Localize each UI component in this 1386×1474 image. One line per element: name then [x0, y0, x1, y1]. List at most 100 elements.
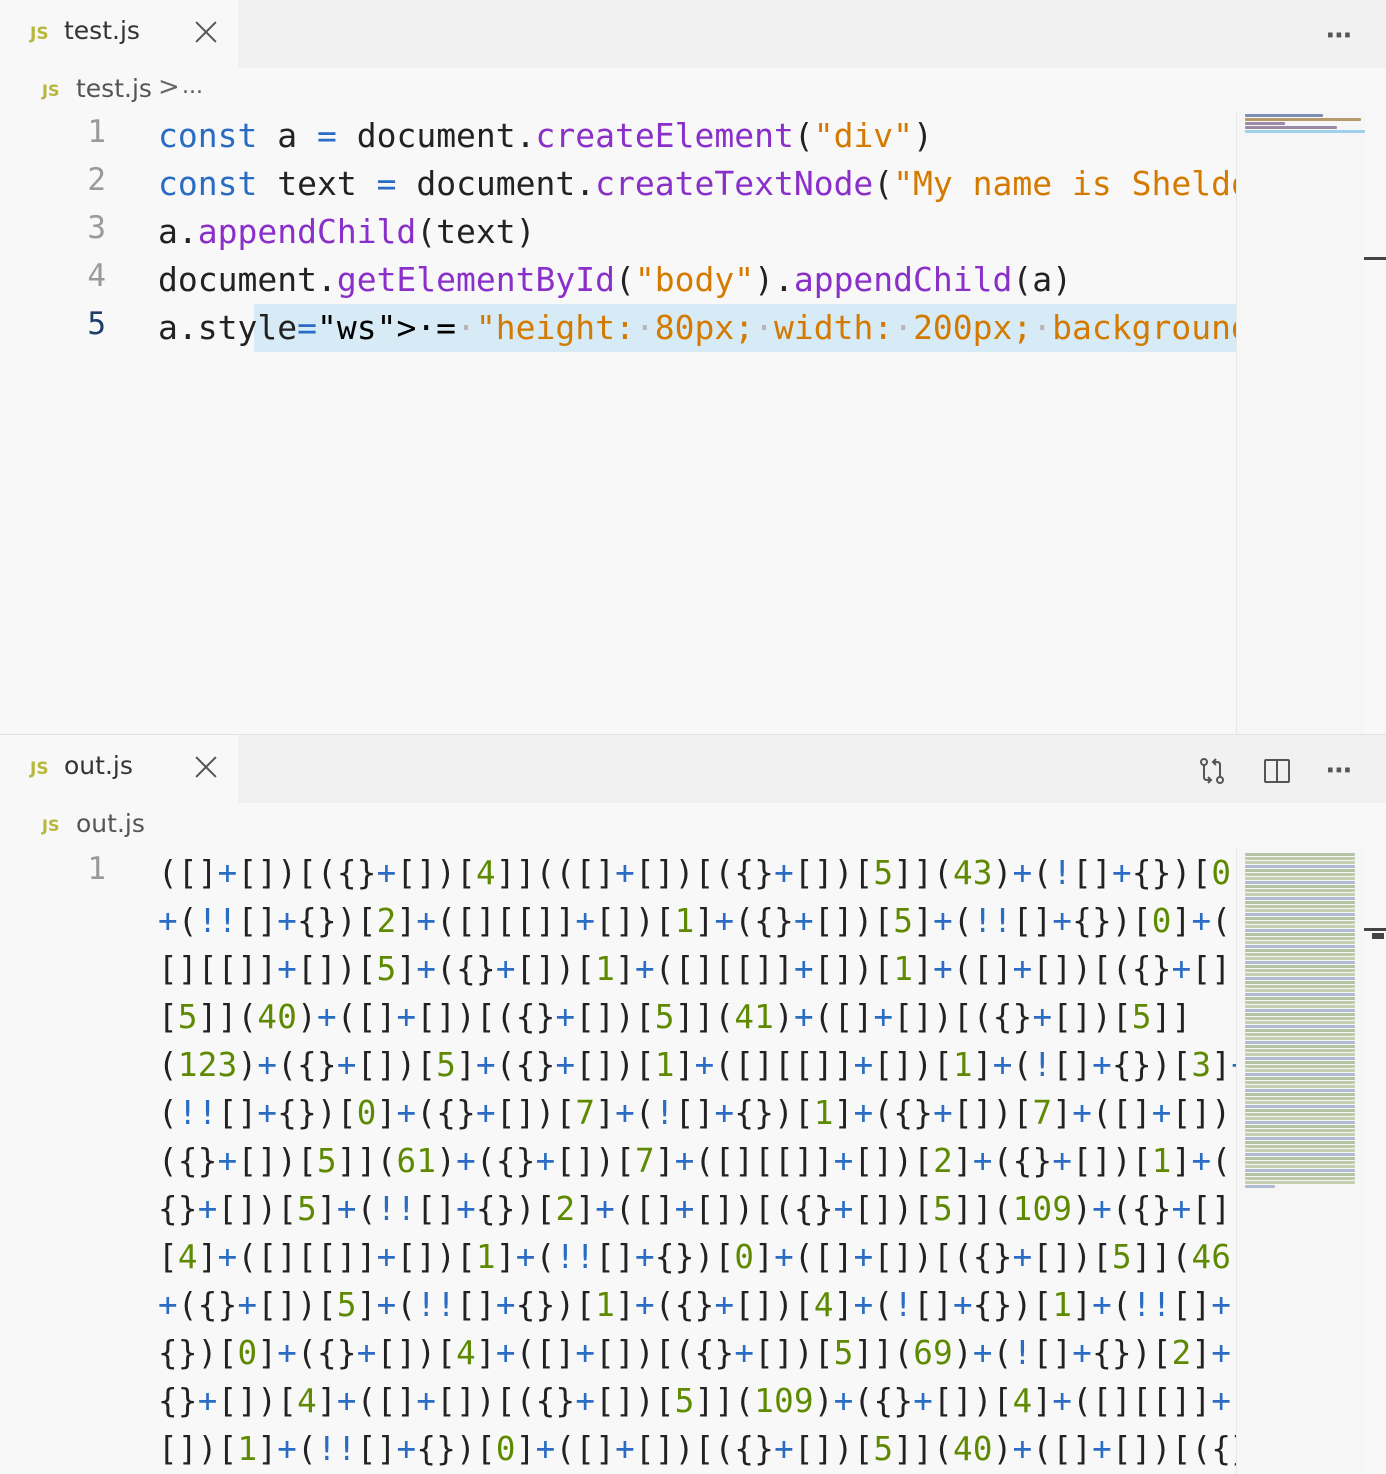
code-line: {}+[])[5]+(!![]+{})[2]+([]+[])[({}+[])[5…	[158, 1190, 1251, 1228]
breadcrumb: JS out.js	[0, 803, 1000, 847]
minimap-line	[1245, 1093, 1355, 1096]
code-line: {}+[])[4]+([]+[])[({}+[])[5]](109)+({}+[…	[158, 1382, 1232, 1420]
minimap[interactable]	[1236, 849, 1365, 1474]
editor-group-top: JS test.js ⋯ JS test.js > ... 1 2 3 4 5 …	[0, 0, 1386, 734]
scroll-position-marker	[1364, 928, 1386, 931]
minimap-line	[1245, 965, 1355, 968]
breadcrumb-file[interactable]: out.js	[76, 809, 145, 838]
code-line: [5]](40)+([]+[])[({}+[])[5]](41)+([]+[])…	[158, 998, 1192, 1036]
close-icon[interactable]	[192, 753, 220, 781]
tab-test-js[interactable]: JS test.js	[0, 0, 238, 68]
minimap-line	[1245, 881, 1355, 884]
minimap-line	[1245, 1021, 1355, 1024]
minimap-line	[1245, 873, 1355, 876]
minimap-line	[1245, 961, 1355, 964]
tab-out-js[interactable]: JS out.js	[0, 735, 238, 803]
minimap-line	[1245, 1045, 1355, 1048]
minimap-line	[1245, 1097, 1355, 1100]
minimap-line	[1245, 1121, 1355, 1124]
javascript-file-icon: JS	[42, 816, 60, 835]
minimap-line	[1245, 1001, 1355, 1004]
line-number-active: 5	[87, 306, 106, 342]
minimap-line	[1245, 973, 1355, 976]
minimap-line	[1245, 897, 1355, 900]
breadcrumb: JS test.js > ...	[0, 68, 1000, 112]
code-line: a.appendChild(text)	[158, 212, 536, 251]
minimap-line	[1245, 941, 1355, 944]
minimap-line	[1245, 925, 1355, 928]
minimap-line	[1245, 126, 1337, 129]
minimap-line	[1245, 1145, 1355, 1148]
code-line: const a = document.createElement("div")	[158, 116, 933, 155]
minimap-line	[1245, 1141, 1355, 1144]
minimap-line	[1245, 893, 1355, 896]
minimap-line	[1245, 1053, 1355, 1056]
minimap-line	[1245, 909, 1355, 912]
code-editor-test-js[interactable]: const a = document.createElement("div") …	[158, 112, 1236, 362]
minimap-line	[1245, 929, 1355, 932]
minimap-line	[1245, 118, 1361, 121]
minimap-line	[1245, 1165, 1355, 1168]
breadcrumb-file[interactable]: test.js	[76, 74, 152, 103]
line-number: 1	[87, 114, 106, 150]
vertical-scrollbar[interactable]	[1364, 849, 1386, 1474]
chevron-right-icon: >	[158, 72, 180, 102]
split-editor-icon[interactable]	[1261, 755, 1293, 787]
code-line: document.getElementById("body").appendCh…	[158, 260, 1072, 299]
minimap-line	[1245, 861, 1355, 864]
minimap-line	[1245, 865, 1355, 868]
code-line: (!![]+{})[0]+({}+[])[7]+(![]+{})[1]+({}+…	[158, 1094, 1251, 1132]
minimap-line	[1245, 921, 1355, 924]
minimap-line	[1245, 949, 1355, 952]
line-number: 1	[87, 851, 106, 887]
minimap-line	[1245, 953, 1355, 956]
minimap-line	[1245, 913, 1355, 916]
line-number: 4	[87, 258, 106, 294]
minimap-line	[1245, 1133, 1355, 1136]
minimap-line	[1245, 130, 1365, 133]
code-editor-out-js[interactable]: ([]+[])[({}+[])[4]](([]+[])[({}+[])[5]](…	[158, 849, 1251, 1474]
minimap-line	[1245, 1185, 1275, 1188]
more-actions-icon[interactable]: ⋯	[1324, 755, 1356, 787]
code-line: (123)+({}+[])[5]+({}+[])[1]+([][[]]+[])[…	[158, 1046, 1251, 1084]
code-line: +({}+[])[5]+(!![]+{})[1]+({}+[])[4]+(![]…	[158, 1286, 1232, 1324]
minimap-line	[1245, 1113, 1355, 1116]
minimap-line	[1245, 877, 1355, 880]
minimap-line	[1245, 1009, 1355, 1012]
close-icon[interactable]	[192, 18, 220, 46]
minimap-line	[1245, 1125, 1355, 1128]
minimap-line	[1245, 889, 1355, 892]
tab-label: test.js	[64, 16, 140, 45]
minimap-line	[1245, 933, 1355, 936]
scroll-thumb	[1372, 933, 1384, 939]
minimap-line	[1245, 937, 1355, 940]
minimap-line	[1245, 1085, 1355, 1088]
minimap-line	[1245, 1169, 1355, 1172]
minimap-line	[1245, 1017, 1355, 1020]
more-actions-icon[interactable]: ⋯	[1324, 20, 1356, 52]
minimap-line	[1245, 1089, 1355, 1092]
minimap-line	[1245, 901, 1355, 904]
minimap-line	[1245, 1137, 1355, 1140]
minimap[interactable]	[1236, 112, 1365, 734]
minimap-line	[1245, 1069, 1355, 1072]
minimap-line	[1245, 1041, 1355, 1044]
open-changes-icon[interactable]	[1196, 755, 1228, 787]
minimap-line	[1245, 905, 1355, 908]
editor-group-bottom: JS out.js ⋯ JS out.js 1 ([]+[])[({}+[])[…	[0, 735, 1386, 1474]
vertical-scrollbar[interactable]	[1364, 112, 1386, 734]
minimap-line	[1245, 1077, 1355, 1080]
minimap-line	[1245, 1157, 1355, 1160]
minimap-line	[1245, 1117, 1355, 1120]
minimap-line	[1245, 1161, 1355, 1164]
minimap-line	[1245, 1177, 1355, 1180]
javascript-file-icon: JS	[42, 81, 60, 100]
code-line: [4]+([][[]]+[])[1]+(!![]+{})[0]+([]+[])[…	[158, 1238, 1251, 1276]
minimap-line	[1245, 1005, 1355, 1008]
minimap-line	[1245, 1181, 1355, 1184]
minimap-line	[1245, 1061, 1355, 1064]
minimap-line	[1245, 957, 1355, 960]
line-number: 3	[87, 210, 106, 246]
tab-bar: JS out.js ⋯	[0, 735, 1386, 803]
breadcrumb-symbols[interactable]: ...	[182, 74, 203, 99]
